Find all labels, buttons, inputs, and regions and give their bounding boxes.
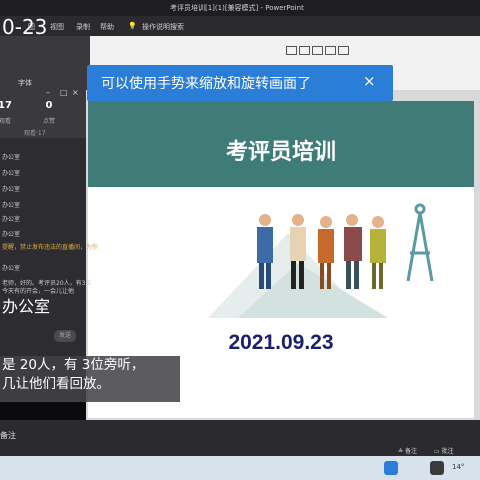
- window-titlebar: 考评员培训[1](1)[兼容模式] - PowerPoint: [0, 0, 480, 16]
- notes-label[interactable]: 备注: [0, 430, 16, 441]
- chat-message: 办公室: [2, 265, 21, 272]
- viewers-section-label: 观看·17: [24, 130, 46, 137]
- subtitle-line-2: 几让他们看回放。: [2, 376, 110, 392]
- restore-icon[interactable]: □: [60, 88, 68, 97]
- window-title: 考评员培训[1](1)[兼容模式] - PowerPoint: [170, 4, 304, 12]
- live-subtitle: 是 20人，有 3位旁听， 几让他们看回放。: [0, 356, 180, 402]
- chat-message: 办公室: [2, 202, 21, 209]
- gesture-tip-banner: 可以使用手势来缩放和旋转画面了 ×: [87, 65, 393, 101]
- chat-message: 办公室: [2, 216, 21, 223]
- tab-record[interactable]: 录制: [76, 22, 90, 32]
- viewer-label: 观看: [0, 118, 11, 125]
- minimize-icon[interactable]: –: [46, 88, 50, 97]
- chat-message: 办公室: [2, 186, 21, 193]
- slide-title: 考评员培训: [225, 139, 336, 165]
- subtitle-line-1: 是 20人，有 3位旁听，: [2, 357, 145, 373]
- tell-me-search[interactable]: 操作说明搜索: [142, 22, 184, 32]
- slide-date: 2021.09.23: [228, 331, 334, 354]
- taskbar: 14°: [0, 456, 480, 480]
- comments-button[interactable]: ▭ 批注: [434, 446, 454, 455]
- caption-office: 办公室: [2, 297, 51, 316]
- like-count: 0: [45, 100, 53, 111]
- lightbulb-icon: 💡: [128, 22, 137, 30]
- panel-header: – □ × 17 0 观看 点赞 观看·17: [0, 86, 86, 138]
- overlay-time: 0-23: [2, 15, 48, 39]
- app-icon[interactable]: [430, 461, 444, 475]
- weather-temp: 14°: [452, 463, 465, 471]
- close-icon[interactable]: ×: [72, 88, 79, 97]
- send-button[interactable]: 发送: [54, 330, 76, 342]
- person-figure-4: [344, 214, 362, 289]
- status-bar: 备注 ≙ 备注 ▭ 批注: [0, 420, 480, 456]
- chat-message: 办公室: [2, 231, 21, 238]
- ribbon-tabs: 图 视图 录制 帮助 💡 操作说明搜索: [0, 16, 480, 36]
- like-label: 点赞: [42, 118, 55, 125]
- chat-message: 办公室: [2, 170, 21, 177]
- compass-icon: [406, 203, 434, 282]
- notes-button[interactable]: ≙ 备注: [398, 446, 417, 455]
- slide-illustration: [208, 203, 434, 318]
- app-icon[interactable]: [384, 461, 398, 475]
- chat-message: 办公室: [2, 154, 21, 161]
- ribbon-dark-area: [0, 36, 90, 90]
- viewer-count: 17: [0, 100, 12, 111]
- close-icon[interactable]: ×: [363, 72, 376, 90]
- chat-system-notice: 提醒，禁止发布违法的直播间，为你: [2, 244, 99, 251]
- tab-help[interactable]: 帮助: [100, 22, 114, 32]
- gesture-tip-text: 可以使用手势来缩放和旋转画面了: [101, 76, 311, 92]
- person-figure-5: [370, 216, 386, 289]
